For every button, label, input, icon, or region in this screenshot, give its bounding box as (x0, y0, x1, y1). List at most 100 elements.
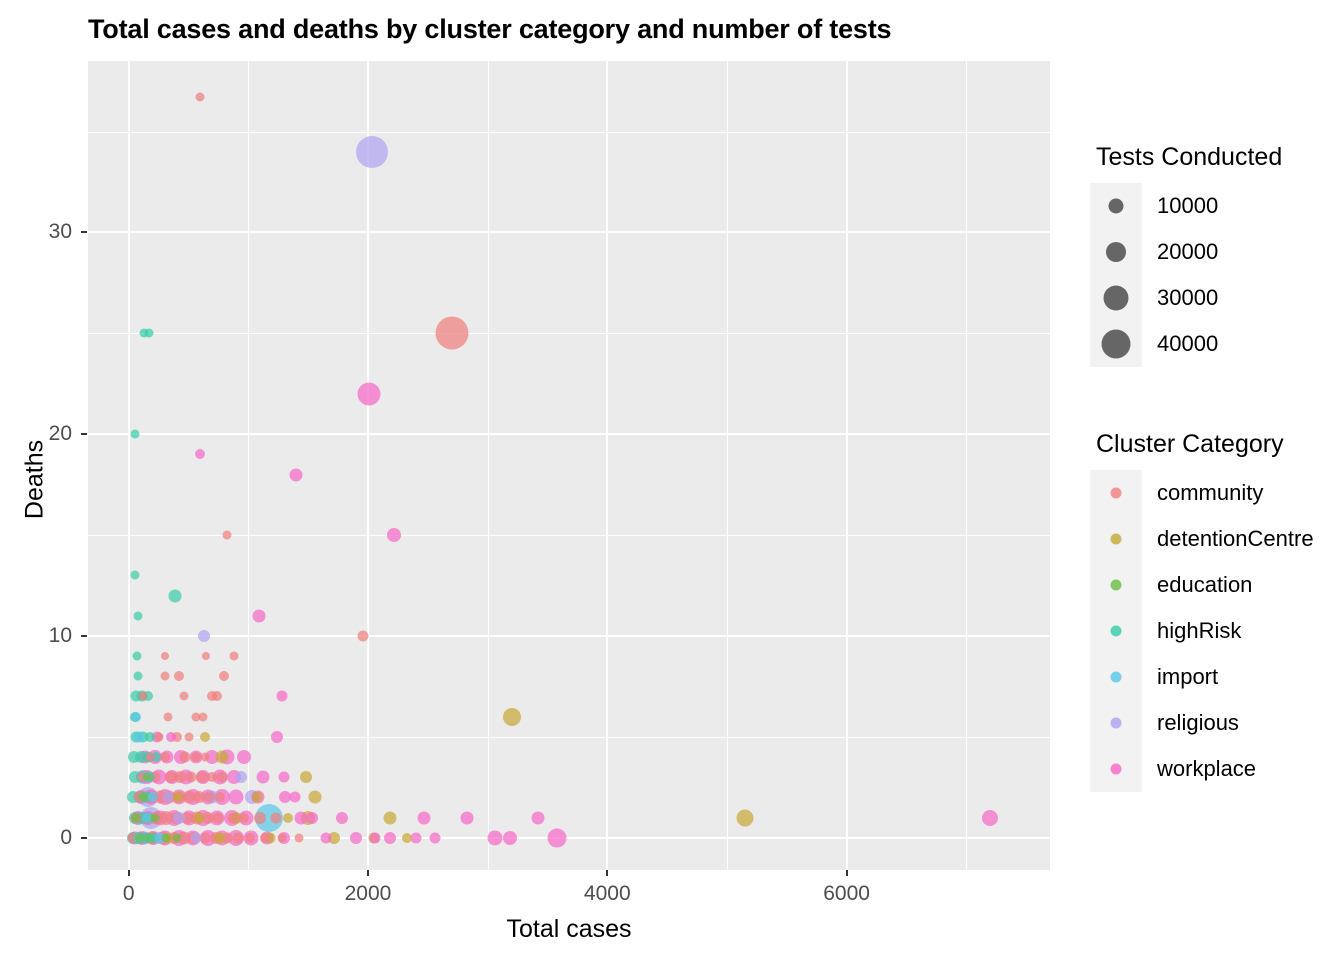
data-point-workplace (271, 730, 284, 743)
data-point-community (254, 811, 267, 824)
y-tick-label: 10 (48, 623, 72, 647)
color-legend-circle-icon (1110, 717, 1122, 729)
color-legend-keys (1090, 470, 1142, 792)
y-tick-mark (81, 836, 87, 839)
data-point-community (163, 712, 173, 722)
color-legend-label: highRisk (1157, 618, 1242, 643)
size-legend-key (1090, 183, 1142, 229)
color-legend-key-community (1090, 470, 1142, 516)
data-point-education (161, 833, 171, 843)
color-legend-key-highRisk (1090, 608, 1142, 654)
y-tick-mark (81, 231, 87, 234)
data-point-community (214, 792, 225, 803)
plot-panel (88, 61, 1050, 870)
color-legend-circle-icon (1110, 625, 1122, 637)
gridline-minor-vertical (726, 61, 728, 870)
data-point-highRisk (144, 328, 154, 338)
size-legend-label: 10000 (1157, 193, 1219, 218)
data-point-workplace (503, 830, 518, 845)
data-point-highRisk (133, 671, 143, 681)
data-point-community (232, 832, 244, 844)
data-point-community (227, 812, 239, 824)
data-point-community (154, 732, 164, 742)
data-point-workplace (531, 811, 545, 825)
data-point-workplace (252, 609, 266, 623)
data-point-community (202, 652, 211, 661)
data-point-community (199, 832, 211, 844)
data-point-community (195, 92, 205, 102)
color-legend-title: Cluster Category (1096, 430, 1284, 458)
color-legend-label: detentionCentre (1157, 526, 1314, 551)
data-point-community (435, 316, 469, 350)
data-point-community (145, 752, 155, 762)
data-point-import (147, 792, 158, 803)
gridline-minor-vertical (966, 61, 968, 870)
gridline-minor-horizontal (88, 131, 1050, 133)
data-point-community (184, 732, 193, 742)
data-point-community (238, 812, 249, 823)
data-point-highRisk (168, 589, 182, 603)
data-point-detentionCentre (215, 750, 229, 764)
data-point-detentionCentre (193, 812, 205, 824)
size-legend-circle-icon (1108, 198, 1124, 214)
color-legend-label: education (1157, 572, 1253, 597)
gridline-minor-horizontal (88, 535, 1050, 537)
size-legend-key (1090, 229, 1142, 275)
data-point-workplace (460, 811, 474, 825)
data-point-workplace (982, 809, 999, 826)
data-point-workplace (305, 811, 318, 824)
data-point-workplace (256, 770, 270, 784)
data-point-detentionCentre (200, 731, 211, 742)
data-point-education (142, 773, 151, 782)
color-legend-label: workplace (1157, 756, 1257, 781)
color-legend-key-detentionCentre (1090, 516, 1142, 562)
data-point-detentionCentre (502, 707, 521, 726)
data-point-workplace (165, 731, 176, 742)
color-legend-circle-icon (1110, 533, 1122, 545)
data-point-community (174, 771, 187, 784)
gridline-minor-vertical (248, 61, 250, 870)
data-point-religious (355, 135, 388, 168)
gridline-major-vertical (845, 61, 848, 870)
x-tick-label: 0 (122, 882, 135, 905)
x-axis-title: Total cases (506, 915, 632, 943)
data-point-workplace (236, 750, 251, 765)
data-point-workplace (278, 771, 290, 783)
data-point-workplace (289, 468, 303, 482)
data-point-detentionCentre (308, 790, 322, 804)
data-point-workplace (383, 831, 396, 844)
data-point-education (138, 792, 148, 802)
color-legend-key-workplace (1090, 746, 1142, 792)
data-point-community (198, 712, 208, 722)
data-point-detentionCentre (251, 791, 263, 803)
data-point-workplace (228, 789, 244, 805)
data-point-community (160, 671, 170, 681)
chart-title: Total cases and deaths by cluster catego… (88, 14, 892, 44)
size-legend-label: 40000 (1157, 331, 1219, 356)
data-point-community (219, 671, 230, 682)
data-point-community (357, 630, 369, 642)
data-point-detentionCentre (736, 809, 754, 827)
x-tick-label: 4000 (583, 882, 631, 905)
data-point-community (212, 812, 224, 824)
data-point-workplace (417, 811, 431, 825)
x-tick-mark (606, 870, 609, 876)
data-point-workplace (289, 791, 301, 803)
data-point-community (138, 691, 148, 701)
data-point-community (179, 751, 191, 763)
data-point-import (133, 731, 145, 743)
data-point-community (173, 671, 184, 682)
data-point-workplace (320, 832, 332, 844)
data-point-community (260, 832, 271, 843)
data-point-detentionCentre (402, 832, 413, 843)
data-point-highRisk (130, 429, 140, 439)
data-point-highRisk (133, 611, 143, 621)
data-point-community (200, 752, 210, 762)
y-tick-label: 30 (48, 220, 72, 244)
data-point-workplace (195, 449, 206, 460)
x-tick-mark (366, 870, 369, 876)
size-legend-circle-icon (1103, 285, 1129, 311)
size-legend-key (1090, 321, 1142, 367)
data-point-religious (235, 771, 248, 784)
data-point-workplace (487, 830, 503, 846)
